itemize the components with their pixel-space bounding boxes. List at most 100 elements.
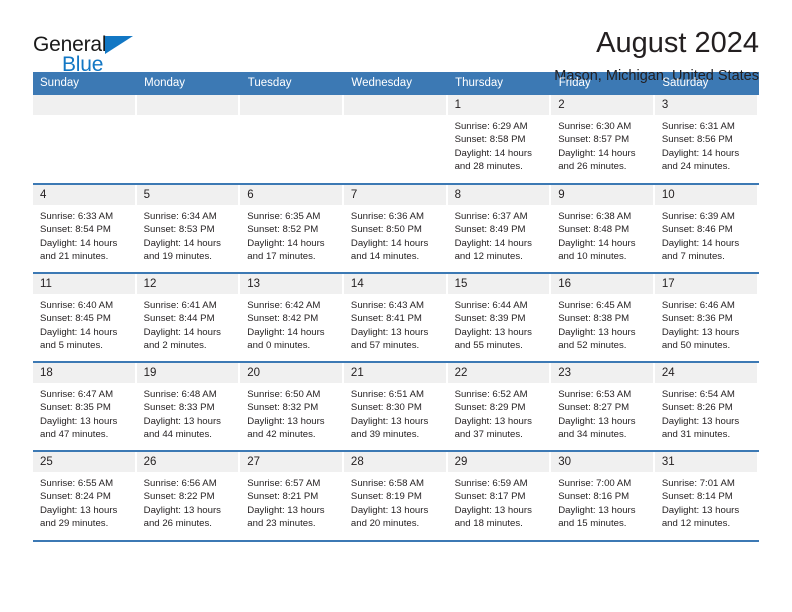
calendar-day-cell[interactable]: 15 Sunrise: 6:44 AM Sunset: 8:39 PM Dayligh… <box>447 272 552 362</box>
calendar-day-cell[interactable]: 21 Sunrise: 6:51 AM Sunset: 8:30 PM Dayligh… <box>343 361 448 451</box>
calendar-day-cell[interactable]: 9 Sunrise: 6:38 AM Sunset: 8:48 PM Daylight… <box>551 183 655 273</box>
day-details: Sunrise: 6:29 AM Sunset: 8:58 PM Daylight:… <box>448 115 550 174</box>
day-number: 11 <box>33 274 135 294</box>
calendar-day-cell[interactable]: 3 Sunrise: 6:31 AM Sunset: 8:56 PM Daylight… <box>654 95 759 184</box>
calendar-day-cell[interactable]: 6 Sunrise: 6:35 AM Sunset: 8:52 PM Daylight… <box>240 183 344 273</box>
day-details: Sunrise: 6:39 AM Sunset: 8:46 PM Daylight:… <box>655 205 757 264</box>
calendar-day-cell[interactable]: 10 Sunrise: 6:39 AM Sunset: 8:46 PM Dayligh… <box>654 183 759 273</box>
calendar-day-cell[interactable]: 1 Sunrise: 6:29 AM Sunset: 8:58 PM Daylight… <box>447 95 552 184</box>
day-details: Sunrise: 6:47 AM Sunset: 8:35 PM Daylight:… <box>33 383 135 442</box>
sunrise-text: Sunrise: 6:36 AM <box>350 211 424 222</box>
day-details: Sunrise: 6:40 AM Sunset: 8:45 PM Daylight:… <box>33 294 135 353</box>
sunset-text: Sunset: 8:29 PM <box>454 402 526 414</box>
day-details: Sunrise: 6:51 AM Sunset: 8:30 PM Daylight:… <box>344 383 446 442</box>
sunrise-text: Sunrise: 6:57 AM <box>247 478 321 489</box>
calendar-day-cell[interactable]: 14 Sunrise: 6:43 AM Sunset: 8:41 PM Dayligh… <box>343 272 448 362</box>
daylight-text: Daylight: 13 hours and 44 minutes. <box>143 415 221 441</box>
day-cell-inner: 1 Sunrise: 6:29 AM Sunset: 8:58 PM Daylight… <box>447 95 552 183</box>
calendar-day-cell[interactable]: 4 Sunrise: 6:33 AM Sunset: 8:54 PM Daylight… <box>33 183 137 273</box>
calendar-day-cell[interactable]: 28 Sunrise: 6:58 AM Sunset: 8:19 PM Dayligh… <box>343 450 448 540</box>
sunset-text: Sunset: 8:16 PM <box>558 491 630 503</box>
calendar-day-cell[interactable]: 25 Sunrise: 6:55 AM Sunset: 8:24 PM Dayligh… <box>33 450 137 540</box>
calendar-day-cell[interactable]: 23 Sunrise: 6:53 AM Sunset: 8:27 PM Dayligh… <box>551 361 655 451</box>
calendar-day-cell[interactable]: 5 Sunrise: 6:34 AM Sunset: 8:53 PM Daylight… <box>136 183 241 273</box>
day-cell-inner: 3 Sunrise: 6:31 AM Sunset: 8:56 PM Daylight… <box>654 95 759 183</box>
sunrise-text: Sunrise: 6:55 AM <box>40 478 114 489</box>
day-cell-inner: 16 Sunrise: 6:45 AM Sunset: 8:38 PM Dayligh… <box>551 274 655 361</box>
calendar-day-cell[interactable]: 11 Sunrise: 6:40 AM Sunset: 8:45 PM Dayligh… <box>33 272 137 362</box>
day-number: 28 <box>343 452 446 472</box>
page-title: August 2024 <box>596 27 759 59</box>
day-details: Sunrise: 7:00 AM Sunset: 8:16 PM Daylight:… <box>551 472 653 531</box>
sunrise-sunset-calendar: Sunday Monday Tuesday Wednesday Thursday Frid… <box>33 72 759 540</box>
sunrise-text: Sunrise: 6:46 AM <box>661 300 735 311</box>
sunrise-text: Sunrise: 6:38 AM <box>558 211 632 222</box>
calendar-day-cell[interactable]: 30 Sunrise: 7:00 AM Sunset: 8:16 PM Dayligh… <box>551 450 655 540</box>
calendar-day-cell[interactable]: 19 Sunrise: 6:48 AM Sunset: 8:33 PM Dayligh… <box>136 361 241 451</box>
day-number <box>343 95 446 115</box>
day-cell-inner: 11 Sunrise: 6:40 AM Sunset: 8:45 PM Dayligh… <box>33 274 137 361</box>
day-cell-inner: 26 Sunrise: 6:56 AM Sunset: 8:22 PM Dayligh… <box>136 452 241 540</box>
daylight-text: Daylight: 13 hours and 42 minutes. <box>247 415 325 441</box>
calendar-day-cell[interactable]: 13 Sunrise: 6:42 AM Sunset: 8:42 PM Dayligh… <box>240 272 344 362</box>
sunrise-text: Sunrise: 6:42 AM <box>247 300 321 311</box>
day-cell-inner: 31 Sunrise: 7:01 AM Sunset: 8:14 PM Dayligh… <box>654 452 759 540</box>
day-cell-inner: 6 Sunrise: 6:35 AM Sunset: 8:52 PM Daylight… <box>240 185 344 272</box>
daylight-text: Daylight: 14 hours and 14 minutes. <box>350 237 429 263</box>
sunset-text: Sunset: 8:36 PM <box>661 313 733 325</box>
day-details: Sunrise: 6:52 AM Sunset: 8:29 PM Daylight:… <box>448 383 550 442</box>
sunset-text: Sunset: 8:49 PM <box>454 224 526 236</box>
calendar-bottom-rule <box>33 540 759 542</box>
daylight-text: Daylight: 13 hours and 50 minutes. <box>661 326 740 352</box>
calendar-week-row: 25 Sunrise: 6:55 AM Sunset: 8:24 PM Dayligh… <box>33 450 759 540</box>
calendar-week-row: 4 Sunrise: 6:33 AM Sunset: 8:54 PM Daylight… <box>33 183 759 273</box>
calendar-day-cell[interactable]: 20 Sunrise: 6:50 AM Sunset: 8:32 PM Dayligh… <box>240 361 344 451</box>
day-cell-inner: 29 Sunrise: 6:59 AM Sunset: 8:17 PM Dayligh… <box>447 452 552 540</box>
day-number: 20 <box>240 363 342 383</box>
day-cell-inner: 7 Sunrise: 6:36 AM Sunset: 8:50 PM Daylight… <box>343 185 448 272</box>
calendar-day-cell[interactable]: 22 Sunrise: 6:52 AM Sunset: 8:29 PM Dayligh… <box>447 361 552 451</box>
day-details: Sunrise: 6:55 AM Sunset: 8:24 PM Daylight:… <box>33 472 135 531</box>
calendar-day-cell[interactable]: 7 Sunrise: 6:36 AM Sunset: 8:50 PM Daylight… <box>343 183 448 273</box>
calendar-day-cell[interactable]: 18 Sunrise: 6:47 AM Sunset: 8:35 PM Dayligh… <box>33 361 137 451</box>
day-cell-inner: 2 Sunrise: 6:30 AM Sunset: 8:57 PM Daylight… <box>551 95 655 183</box>
logo-text-blue: Blue <box>62 53 104 76</box>
day-number: 18 <box>33 363 135 383</box>
calendar-day-cell[interactable]: 2 Sunrise: 6:30 AM Sunset: 8:57 PM Daylight… <box>551 95 655 184</box>
day-details: Sunrise: 6:31 AM Sunset: 8:56 PM Daylight:… <box>655 115 757 174</box>
sunset-text: Sunset: 8:46 PM <box>661 224 733 236</box>
sunrise-text: Sunrise: 6:50 AM <box>247 389 321 400</box>
daylight-text: Daylight: 13 hours and 31 minutes. <box>661 415 740 441</box>
sunset-text: Sunset: 8:32 PM <box>247 402 319 414</box>
day-cell-inner: 4 Sunrise: 6:33 AM Sunset: 8:54 PM Daylight… <box>33 185 137 272</box>
calendar-day-cell[interactable]: 27 Sunrise: 6:57 AM Sunset: 8:21 PM Dayligh… <box>240 450 344 540</box>
calendar-day-cell[interactable]: 26 Sunrise: 6:56 AM Sunset: 8:22 PM Dayligh… <box>136 450 241 540</box>
calendar-day-cell[interactable]: 24 Sunrise: 6:54 AM Sunset: 8:26 PM Dayligh… <box>654 361 759 451</box>
calendar-day-cell[interactable]: 31 Sunrise: 7:01 AM Sunset: 8:14 PM Dayligh… <box>654 450 759 540</box>
sunset-text: Sunset: 8:39 PM <box>454 313 526 325</box>
sunset-text: Sunset: 8:21 PM <box>247 491 319 503</box>
day-cell-inner: 10 Sunrise: 6:39 AM Sunset: 8:46 PM Dayligh… <box>654 185 759 272</box>
day-details: Sunrise: 6:45 AM Sunset: 8:38 PM Daylight:… <box>551 294 653 353</box>
calendar-day-cell[interactable]: 29 Sunrise: 6:59 AM Sunset: 8:17 PM Dayligh… <box>447 450 552 540</box>
sunset-text: Sunset: 8:24 PM <box>40 491 111 503</box>
day-number: 23 <box>551 363 653 383</box>
day-cell-inner: 5 Sunrise: 6:34 AM Sunset: 8:53 PM Daylight… <box>136 185 241 272</box>
generalblue-logo[interactable]: General Blue <box>33 28 153 76</box>
day-details: Sunrise: 6:57 AM Sunset: 8:21 PM Daylight:… <box>240 472 342 531</box>
sunset-text: Sunset: 8:22 PM <box>143 491 215 503</box>
day-number <box>240 95 342 115</box>
sunset-text: Sunset: 8:33 PM <box>143 402 215 414</box>
calendar-day-cell[interactable]: 17 Sunrise: 6:46 AM Sunset: 8:36 PM Dayligh… <box>654 272 759 362</box>
calendar-day-cell[interactable]: 8 Sunrise: 6:37 AM Sunset: 8:49 PM Daylight… <box>447 183 552 273</box>
day-cell-inner: 20 Sunrise: 6:50 AM Sunset: 8:32 PM Dayligh… <box>240 363 344 450</box>
logo-text-general: General <box>33 33 107 56</box>
day-cell-inner: 17 Sunrise: 6:46 AM Sunset: 8:36 PM Dayligh… <box>654 274 759 361</box>
day-cell-inner: 14 Sunrise: 6:43 AM Sunset: 8:41 PM Dayligh… <box>343 274 448 361</box>
sunrise-text: Sunrise: 6:51 AM <box>350 389 424 400</box>
day-number: 2 <box>551 95 653 115</box>
sunset-text: Sunset: 8:44 PM <box>143 313 215 325</box>
sunset-text: Sunset: 8:19 PM <box>350 491 422 503</box>
calendar-day-cell[interactable]: 12 Sunrise: 6:41 AM Sunset: 8:44 PM Dayligh… <box>136 272 241 362</box>
calendar-day-cell[interactable]: 16 Sunrise: 6:45 AM Sunset: 8:38 PM Dayligh… <box>551 272 655 362</box>
